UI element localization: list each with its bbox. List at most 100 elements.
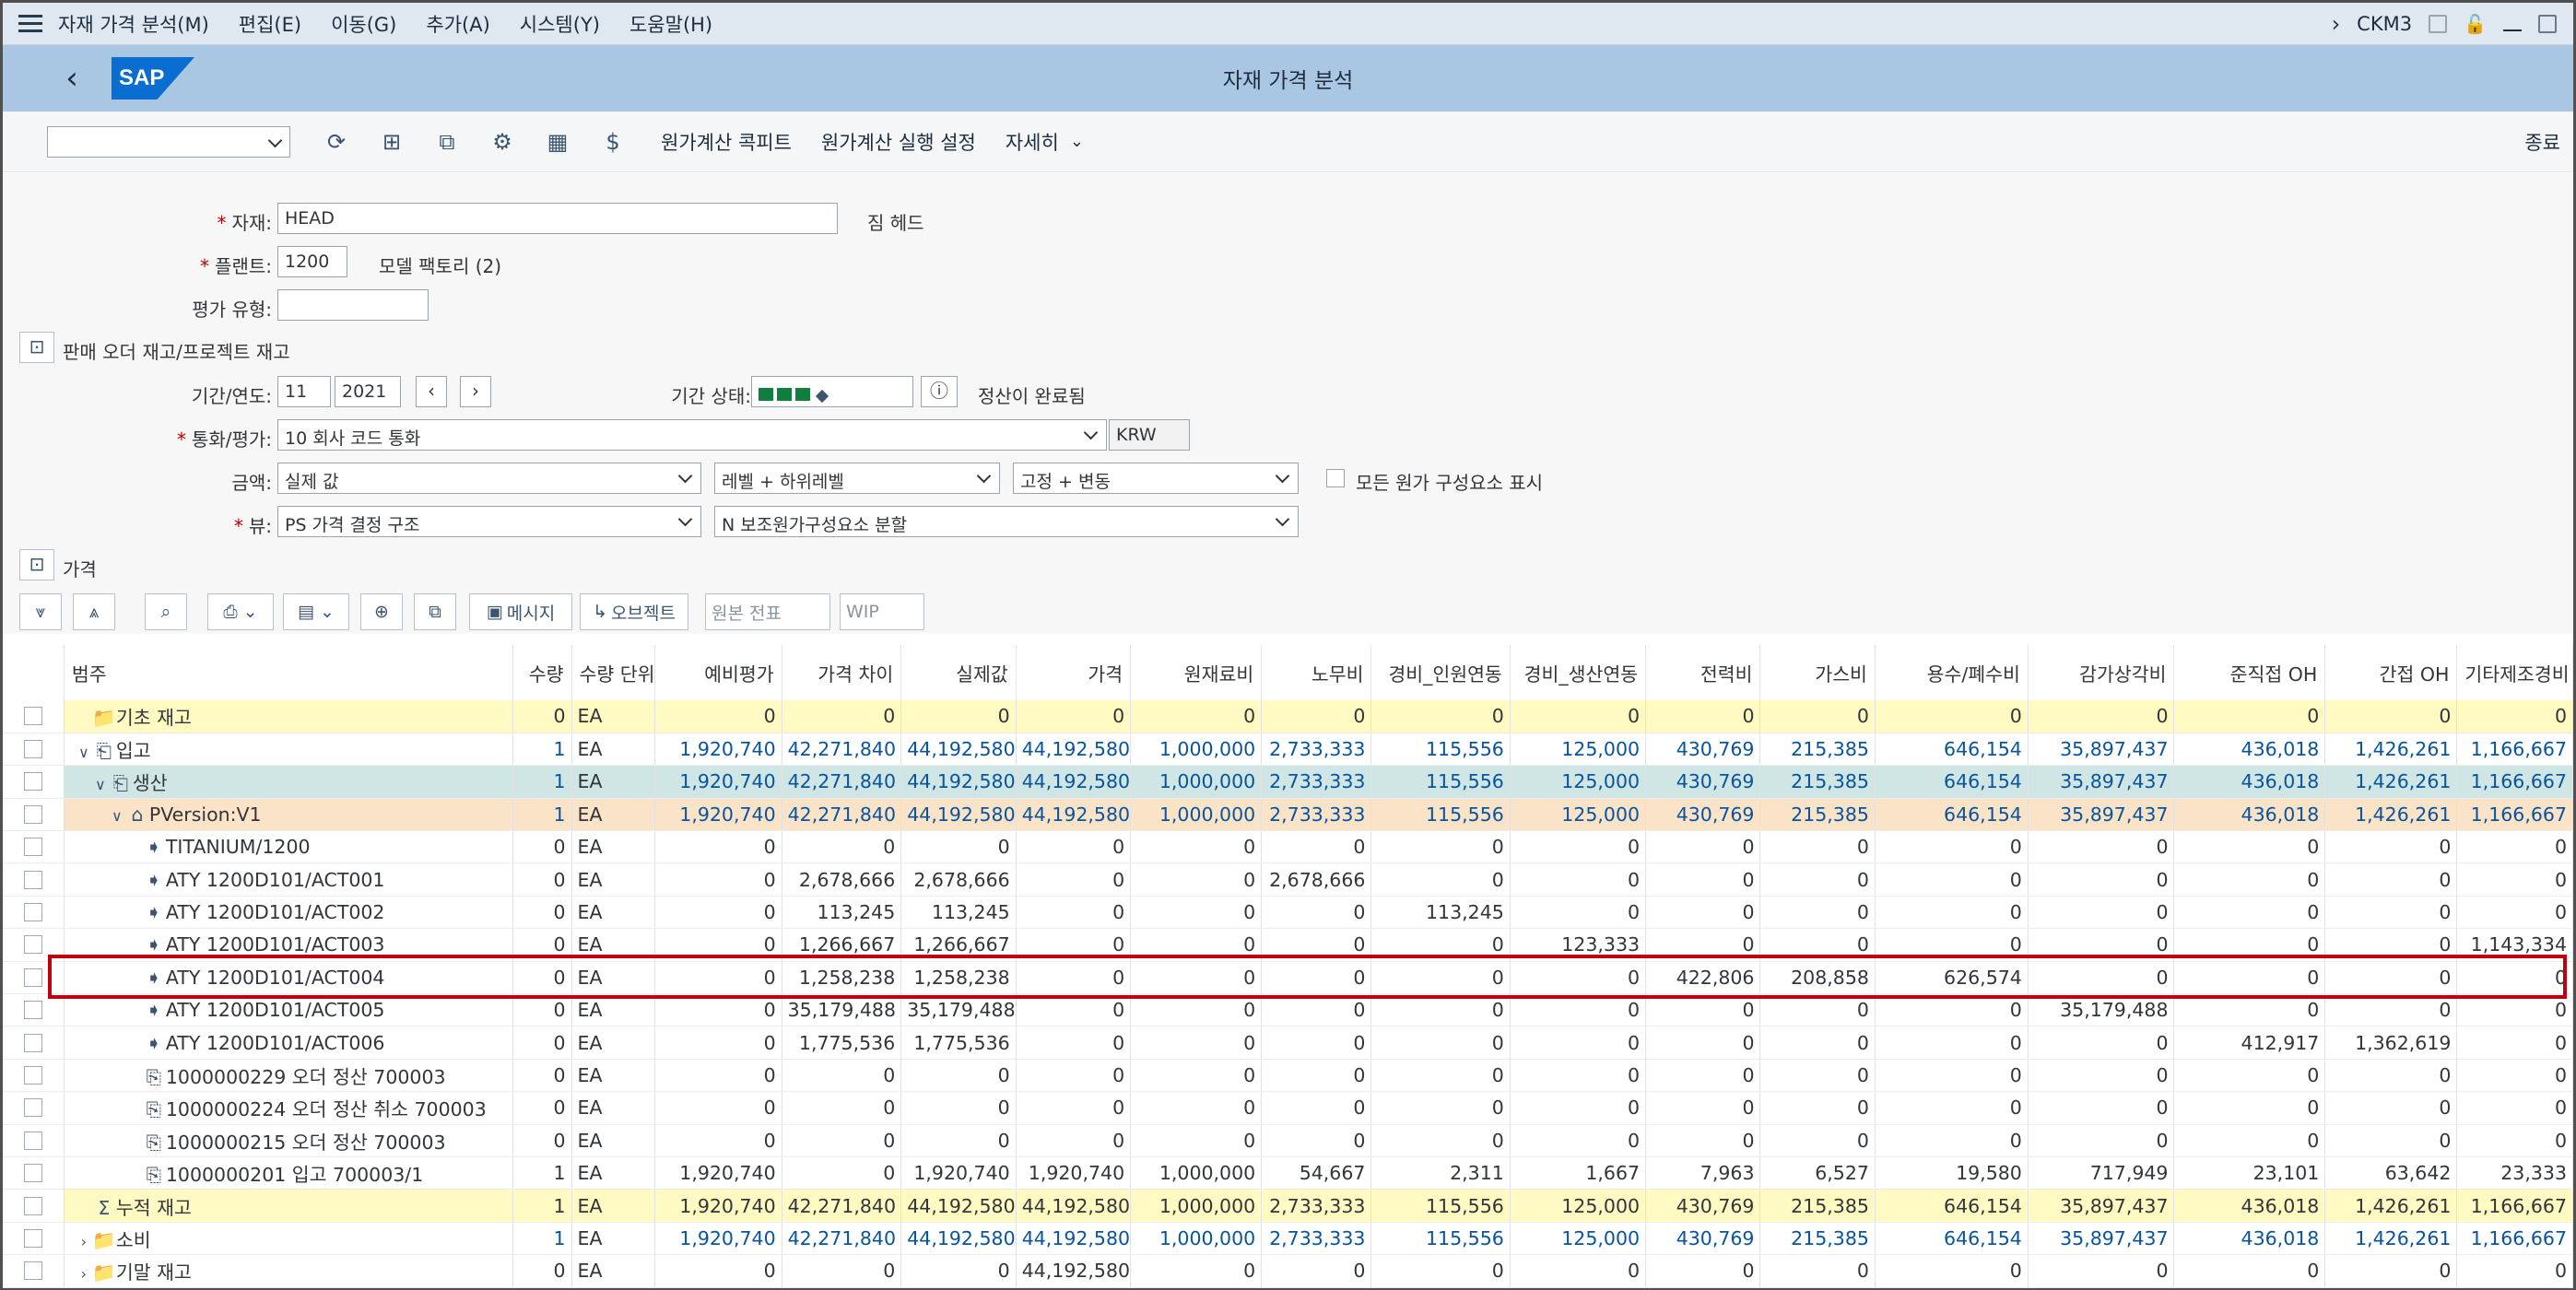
display-list-icon[interactable]: ⊞ — [373, 123, 410, 160]
row-checkbox[interactable] — [23, 1261, 42, 1281]
cost-component-split-dropdown[interactable]: N 보조원가구성요소 분할 — [714, 506, 1299, 537]
menu-extras[interactable]: 추가(A) — [426, 10, 489, 38]
column-header[interactable]: 간접 OH — [2324, 645, 2458, 700]
category-cell[interactable]: ⎘ 1000000215 오더 정산 700003 — [64, 1124, 514, 1157]
table-row[interactable]: ➧ ATY 1200D101/ACT006 0 EA 0 1,775,536 1,775,5… — [3, 1026, 2573, 1060]
menu-system[interactable]: 시스템(Y) — [520, 10, 600, 38]
row-checkbox[interactable] — [23, 903, 42, 922]
column-header[interactable]: 가격 차이 — [782, 645, 902, 700]
message-button[interactable]: ▣ 메시지 — [469, 593, 572, 630]
layout-icon[interactable]: ▤ ⌄ — [283, 593, 349, 630]
print-icon[interactable]: ⎙ ⌄ — [207, 593, 274, 630]
fixed-variable-dropdown[interactable]: 고정 + 변동 — [1013, 463, 1299, 494]
zoom-icon[interactable]: ⊕ — [360, 593, 403, 630]
view-dropdown[interactable]: PS 가격 결정 구조 — [277, 506, 701, 537]
settings-icon[interactable]: ⚙ — [484, 123, 521, 160]
expand-all-icon[interactable]: ⩔ — [19, 593, 62, 630]
category-cell[interactable]: ➧ ATY 1200D101/ACT002 — [64, 896, 514, 930]
level-dropdown[interactable]: 레벨 + 하위레벨 — [714, 463, 1000, 494]
column-header[interactable]: 가격 — [1016, 645, 1132, 700]
column-header[interactable]: 범주 — [64, 645, 514, 700]
category-cell[interactable]: ∨ ⎗ 입고 — [64, 733, 514, 767]
row-selector[interactable] — [3, 1222, 65, 1256]
row-checkbox[interactable] — [23, 707, 42, 726]
column-header[interactable]: 경비_생산연동 — [1510, 645, 1647, 700]
expand-toggle-icon[interactable]: ∨ — [92, 776, 109, 793]
source-document-button[interactable]: 원본 전표 — [705, 593, 830, 630]
material-input[interactable]: HEAD — [277, 203, 838, 234]
currency-icon[interactable]: $ — [594, 123, 631, 160]
column-header[interactable]: 감가상각비 — [2028, 645, 2175, 700]
category-cell[interactable]: ∨ ⎗ 생산 — [64, 765, 514, 799]
currency-valuation-dropdown[interactable]: 10 회사 코드 통화 — [277, 419, 1107, 451]
column-header[interactable]: 가스비 — [1759, 645, 1876, 700]
expand-toggle-icon[interactable]: › — [76, 1233, 92, 1250]
category-cell[interactable]: ⎘ 1000000229 오더 정산 700003 — [64, 1059, 514, 1093]
row-selector[interactable] — [3, 896, 65, 930]
row-checkbox[interactable] — [23, 1196, 42, 1215]
column-header[interactable]: 기타제조경비 — [2456, 645, 2573, 700]
more-menu[interactable]: 자세히 — [1006, 128, 1059, 156]
exit-button[interactable]: 종료 — [2524, 128, 2560, 156]
row-checkbox[interactable] — [23, 935, 42, 955]
table-row[interactable]: ∨ ⎗ 입고 1 EA 1,920,740 42,271,840 44,192,580 44,1… — [3, 733, 2573, 767]
costing-run-settings-link[interactable]: 원가계산 실행 설정 — [821, 128, 976, 156]
column-header[interactable]: 경비_인원연동 — [1370, 645, 1511, 700]
table-row[interactable]: ⎘ 1000000215 오더 정산 700003 0 EA 0 0 0 0 0 0 0 0 0 0 0 0 0… — [3, 1124, 2573, 1157]
row-selector[interactable] — [3, 1189, 65, 1223]
table-row[interactable]: › 📁소비 1 EA 1,920,740 42,271,840 44,192,580 44,1… — [3, 1222, 2573, 1256]
row-selector[interactable] — [3, 993, 65, 1027]
column-header[interactable]: 예비평가 — [654, 645, 782, 700]
row-checkbox[interactable] — [23, 968, 42, 987]
refresh-icon[interactable]: ⟳ — [318, 123, 355, 160]
chevron-down-icon[interactable]: ⌄ — [1070, 132, 1084, 151]
category-cell[interactable]: › 📁소비 — [64, 1222, 514, 1256]
amount-dropdown[interactable]: 실제 값 — [277, 463, 701, 494]
minimize-icon[interactable] — [2503, 29, 2522, 31]
next-period-button[interactable]: › — [460, 376, 491, 407]
row-checkbox[interactable] — [23, 740, 42, 759]
category-cell[interactable]: ➧ ATY 1200D101/ACT006 — [64, 1026, 514, 1060]
category-cell[interactable]: ⎘ 1000000224 오더 정산 취소 700003 — [64, 1091, 514, 1125]
row-selector[interactable] — [3, 928, 65, 962]
variant-dropdown[interactable] — [47, 125, 290, 158]
category-cell[interactable]: ⎘ 1000000201 입고 700003/1 — [64, 1156, 514, 1190]
expand-price-section-icon[interactable]: ⊡ — [19, 549, 54, 580]
column-header[interactable]: 원재료비 — [1130, 645, 1263, 700]
row-checkbox[interactable] — [23, 870, 42, 889]
unlock-icon[interactable]: 🔓 — [2464, 13, 2487, 35]
category-cell[interactable]: ➧ ATY 1200D101/ACT004 — [64, 961, 514, 995]
table-row[interactable]: ➧ ATY 1200D101/ACT004 0 EA 0 1,258,238 1,258,2… — [3, 961, 2573, 995]
find-icon[interactable]: ⌕ — [145, 593, 187, 630]
expand-toggle-icon[interactable]: ∨ — [76, 744, 92, 761]
row-selector[interactable] — [3, 961, 65, 995]
row-selector[interactable] — [3, 700, 65, 733]
row-selector[interactable] — [3, 765, 65, 799]
table-row[interactable]: ➧ ATY 1200D101/ACT005 0 EA 0 35,179,488 35,179… — [3, 993, 2573, 1027]
collapse-all-icon[interactable]: ⩓ — [73, 593, 115, 630]
column-header[interactable]: 수량 단위 — [571, 645, 655, 700]
row-checkbox[interactable] — [23, 1228, 42, 1248]
column-header[interactable]: 수량 — [512, 645, 572, 700]
row-selector[interactable] — [3, 830, 65, 864]
table-row[interactable]: ⎘ 1000000201 입고 700003/1 1 EA 1,920,740 0 1,92… — [3, 1156, 2573, 1190]
expand-toggle-icon[interactable]: ∨ — [109, 807, 125, 825]
row-checkbox[interactable] — [23, 1098, 42, 1118]
table-row[interactable]: › 📁기말 재고 0 EA 0 0 0 44,192,580 0 0 0 0 0 0 0 0 0 0 0 — [3, 1254, 2573, 1288]
category-cell[interactable]: ➧ ATY 1200D101/ACT003 — [64, 928, 514, 962]
table-row[interactable]: ∨ ⎗ 생산 1 EA 1,920,740 42,271,840 44,192,580 44,1… — [3, 765, 2573, 799]
table-row[interactable]: ➧ ATY 1200D101/ACT002 0 EA 0 113,245 113,245 0 0… — [3, 896, 2573, 930]
category-cell[interactable]: Σ 누적 재고 — [64, 1189, 514, 1223]
maximize-icon[interactable] — [2538, 14, 2557, 33]
row-checkbox[interactable] — [23, 772, 42, 792]
expand-sales-order-icon[interactable]: ⊡ — [19, 332, 54, 363]
menu-edit[interactable]: 편집(E) — [239, 10, 301, 38]
row-checkbox[interactable] — [23, 1033, 42, 1052]
row-selector[interactable] — [3, 1091, 65, 1125]
hierarchy-icon[interactable]: ⧉ — [429, 123, 465, 160]
row-selector[interactable] — [3, 1026, 65, 1060]
table-row[interactable]: ➧ ATY 1200D101/ACT003 0 EA 0 1,266,667 1,266,6… — [3, 928, 2573, 962]
table-row[interactable]: ➧ TITANIUM/1200 0 EA 0 0 0 0 0 0 0 0 0 0 0 0 0 0 0 — [3, 830, 2573, 864]
row-selector[interactable] — [3, 798, 65, 832]
valuation-type-input[interactable] — [277, 289, 429, 321]
